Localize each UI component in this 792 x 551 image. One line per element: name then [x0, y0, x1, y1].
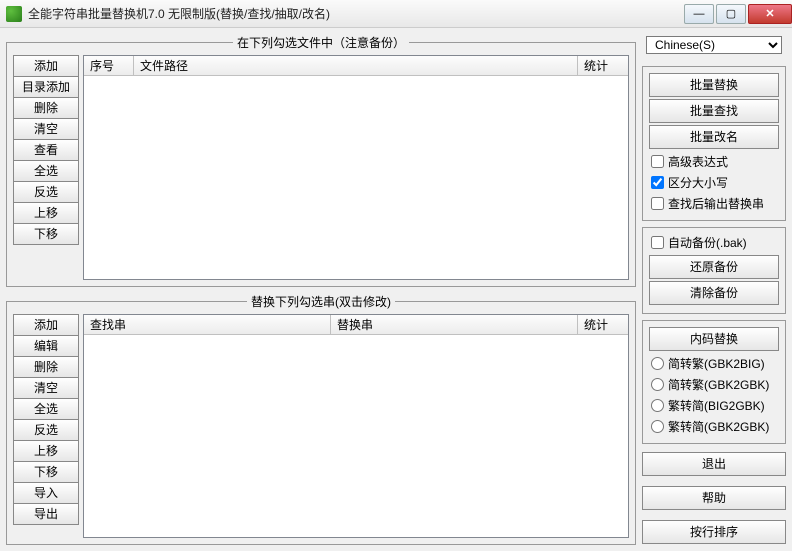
files-list-header: 序号 文件路径 统计	[84, 56, 628, 76]
regex-checkbox[interactable]	[651, 155, 664, 168]
strings-col-stat[interactable]: 统计	[578, 315, 628, 334]
strings-invert-button[interactable]: 反选	[13, 419, 79, 441]
clear-backup-button[interactable]: 清除备份	[649, 281, 779, 305]
window-title: 全能字符串批量替换机7.0 无限制版(替换/查找/抽取/改名)	[28, 5, 682, 22]
regex-label: 高级表达式	[668, 153, 728, 170]
files-side-buttons: 添加 目录添加 删除 清空 查看 全选 反选 上移 下移	[13, 55, 79, 280]
minimize-button[interactable]: —	[684, 4, 714, 24]
strings-select-all-button[interactable]: 全选	[13, 398, 79, 420]
files-move-up-button[interactable]: 上移	[13, 202, 79, 224]
strings-list[interactable]: 查找串 替换串 统计	[83, 314, 629, 539]
batch-rename-button[interactable]: 批量改名	[649, 125, 779, 149]
enc-r3-radio[interactable]	[651, 399, 664, 412]
strings-import-button[interactable]: 导入	[13, 482, 79, 504]
files-select-all-button[interactable]: 全选	[13, 160, 79, 182]
batch-group: 批量替换 批量查找 批量改名 高级表达式 区分大小写 查找后输出替换串	[642, 66, 786, 221]
enc-r3-label: 繁转简(BIG2GBK)	[668, 397, 765, 414]
enc-r2-label: 简转繁(GBK2GBK)	[668, 376, 769, 393]
files-list[interactable]: 序号 文件路径 统计	[83, 55, 629, 280]
help-button[interactable]: 帮助	[642, 486, 786, 510]
right-column: Chinese(S) 批量替换 批量查找 批量改名 高级表达式 区分大小写 查找…	[642, 34, 786, 545]
sort-button[interactable]: 按行排序	[642, 520, 786, 544]
output-label: 查找后输出替换串	[668, 195, 764, 212]
enc-r4-radio[interactable]	[651, 420, 664, 433]
strings-side-buttons: 添加 编辑 删除 清空 全选 反选 上移 下移 导入 导出	[13, 314, 79, 539]
files-fieldset: 在下列勾选文件中（注意备份） 添加 目录添加 删除 清空 查看 全选 反选 上移…	[6, 34, 636, 287]
files-list-body[interactable]	[84, 76, 628, 279]
content: 在下列勾选文件中（注意备份） 添加 目录添加 删除 清空 查看 全选 反选 上移…	[0, 28, 792, 551]
strings-legend: 替换下列勾选串(双击修改)	[247, 293, 395, 310]
auto-backup-label: 自动备份(.bak)	[668, 234, 747, 251]
maximize-button[interactable]: ▢	[716, 4, 746, 24]
output-checkbox[interactable]	[651, 197, 664, 210]
files-invert-button[interactable]: 反选	[13, 181, 79, 203]
close-button[interactable]: ✕	[748, 4, 792, 24]
restore-backup-button[interactable]: 还原备份	[649, 255, 779, 279]
strings-clear-button[interactable]: 清空	[13, 377, 79, 399]
strings-move-up-button[interactable]: 上移	[13, 440, 79, 462]
app-icon	[6, 6, 22, 22]
titlebar: 全能字符串批量替换机7.0 无限制版(替换/查找/抽取/改名) — ▢ ✕	[0, 0, 792, 28]
enc-r1-label: 简转繁(GBK2BIG)	[668, 355, 765, 372]
encoding-group: 内码替换 简转繁(GBK2BIG) 简转繁(GBK2GBK) 繁转简(BIG2G…	[642, 320, 786, 444]
files-add-button[interactable]: 添加	[13, 55, 79, 77]
strings-add-button[interactable]: 添加	[13, 314, 79, 336]
case-checkbox[interactable]	[651, 176, 664, 189]
left-column: 在下列勾选文件中（注意备份） 添加 目录添加 删除 清空 查看 全选 反选 上移…	[6, 34, 636, 545]
batch-find-button[interactable]: 批量查找	[649, 99, 779, 123]
files-add-dir-button[interactable]: 目录添加	[13, 76, 79, 98]
exit-button[interactable]: 退出	[642, 452, 786, 476]
enc-r4-label: 繁转简(GBK2GBK)	[668, 418, 769, 435]
batch-replace-button[interactable]: 批量替换	[649, 73, 779, 97]
strings-list-body[interactable]	[84, 335, 628, 538]
strings-move-down-button[interactable]: 下移	[13, 461, 79, 483]
strings-list-header: 查找串 替换串 统计	[84, 315, 628, 335]
language-select[interactable]: Chinese(S)	[646, 36, 782, 54]
window-buttons: — ▢ ✕	[682, 4, 792, 24]
backup-group: 自动备份(.bak) 还原备份 清除备份	[642, 227, 786, 314]
auto-backup-checkbox[interactable]	[651, 236, 664, 249]
case-label: 区分大小写	[668, 174, 728, 191]
encoding-title-button[interactable]: 内码替换	[649, 327, 779, 351]
strings-delete-button[interactable]: 删除	[13, 356, 79, 378]
enc-r2-radio[interactable]	[651, 378, 664, 391]
strings-col-find[interactable]: 查找串	[84, 315, 331, 334]
strings-export-button[interactable]: 导出	[13, 503, 79, 525]
files-clear-button[interactable]: 清空	[13, 118, 79, 140]
strings-fieldset: 替换下列勾选串(双击修改) 添加 编辑 删除 清空 全选 反选 上移 下移 导入…	[6, 293, 636, 546]
files-legend: 在下列勾选文件中（注意备份）	[233, 34, 409, 51]
files-move-down-button[interactable]: 下移	[13, 223, 79, 245]
files-col-index[interactable]: 序号	[84, 56, 134, 75]
enc-r1-radio[interactable]	[651, 357, 664, 370]
strings-col-replace[interactable]: 替换串	[331, 315, 578, 334]
files-delete-button[interactable]: 删除	[13, 97, 79, 119]
files-col-path[interactable]: 文件路径	[134, 56, 578, 75]
files-col-stat[interactable]: 统计	[578, 56, 628, 75]
files-view-button[interactable]: 查看	[13, 139, 79, 161]
strings-edit-button[interactable]: 编辑	[13, 335, 79, 357]
